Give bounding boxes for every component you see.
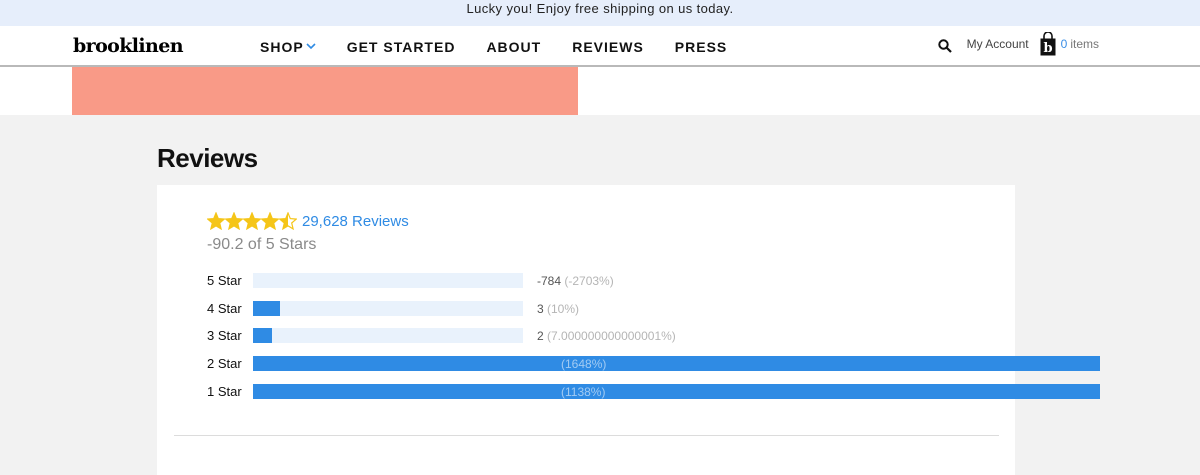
chevron-down-icon — [306, 43, 316, 50]
distribution-count: 3 (10%) — [537, 302, 579, 316]
distribution-count-value: 2 — [537, 329, 548, 344]
distribution-percent: (10%) — [547, 301, 580, 316]
distribution-fill — [253, 383, 1100, 399]
hero-section — [0, 67, 1200, 115]
cart-items-label[interactable]: items — [1070, 37, 1099, 51]
distribution-percent: (1138%) — [561, 384, 606, 399]
cart-count[interactable]: 0 — [1061, 37, 1068, 51]
reviews-card: 29,628 Reviews -90.2 of 5 Stars 5 Star -7… — [157, 185, 1100, 475]
distribution-row[interactable]: 4 Star 3 (10%) — [207, 300, 1200, 318]
distribution-label: 4 Star — [207, 300, 242, 316]
distribution-track — [253, 300, 523, 316]
star-full-icon — [207, 212, 225, 230]
header-utilities: My Account b 0 items — [937, 32, 1099, 56]
distribution-percent: (1648%) — [561, 357, 607, 372]
distribution-row[interactable]: 2 Star (1648%) — [207, 356, 1200, 373]
average-rating: -90.2 of 5 Stars — [207, 236, 317, 253]
promo-text: Lucky you! Enjoy free shipping on us tod… — [466, 1, 734, 16]
shopping-bag-icon[interactable]: b — [1040, 32, 1056, 56]
my-account-link[interactable]: My Account — [967, 37, 1029, 51]
nav-press[interactable]: PRESS — [675, 39, 727, 55]
nav-about[interactable]: ABOUT — [486, 39, 541, 55]
nav-shop-label: SHOP — [260, 39, 304, 55]
distribution-label: 3 Star — [207, 328, 242, 344]
distribution-track — [253, 273, 523, 288]
distribution-row[interactable]: 3 Star 2 (7.000000000000001%) — [207, 328, 1200, 345]
reviews-heading: Reviews — [157, 143, 258, 173]
brand-logo[interactable]: brooklinen — [73, 35, 184, 57]
star-rating — [207, 212, 297, 230]
svg-text:b: b — [1043, 41, 1052, 56]
distribution-percent: (7.000000000000001%) — [547, 329, 676, 344]
distribution-fill — [253, 300, 280, 316]
distribution-label: 2 Star — [207, 356, 242, 372]
promo-banner: Lucky you! Enjoy free shipping on us tod… — [0, 0, 1200, 26]
distribution-count: -784 (-2703%) — [537, 274, 614, 288]
distribution-label: 1 Star — [207, 383, 242, 399]
distribution-row[interactable]: 1 Star (1138%) — [207, 383, 1200, 401]
review-count-link[interactable]: 29,628 Reviews — [302, 213, 409, 230]
site-header: brooklinen SHOP GET STARTED ABOUT REVIEW… — [0, 26, 1200, 67]
star-full-icon — [243, 212, 261, 230]
star-half-icon — [279, 212, 297, 230]
distribution-row[interactable]: 5 Star -784 (-2703%) — [207, 273, 1200, 290]
nav-shop[interactable]: SHOP — [260, 39, 316, 55]
star-full-icon — [261, 212, 279, 230]
hero-image — [72, 67, 578, 115]
distribution-count-value: -784 — [537, 274, 565, 288]
distribution-fill — [253, 328, 272, 344]
distribution-fill — [253, 356, 1100, 372]
search-icon[interactable] — [937, 38, 952, 53]
distribution-track — [253, 328, 523, 344]
star-full-icon — [225, 212, 243, 230]
nav-get-started[interactable]: GET STARTED — [347, 39, 456, 55]
distribution-count: (1138%) — [561, 385, 605, 399]
distribution-count: (1648%) — [561, 357, 606, 371]
divider — [174, 435, 999, 436]
nav-reviews[interactable]: REVIEWS — [572, 39, 644, 55]
distribution-label: 5 Star — [207, 273, 242, 288]
distribution-count: 2 (7.000000000000001%) — [537, 329, 676, 343]
distribution-count-value: 3 — [537, 301, 548, 316]
main-nav: SHOP GET STARTED ABOUT REVIEWS PRESS — [260, 39, 758, 55]
distribution-percent: (-2703%) — [564, 274, 614, 288]
